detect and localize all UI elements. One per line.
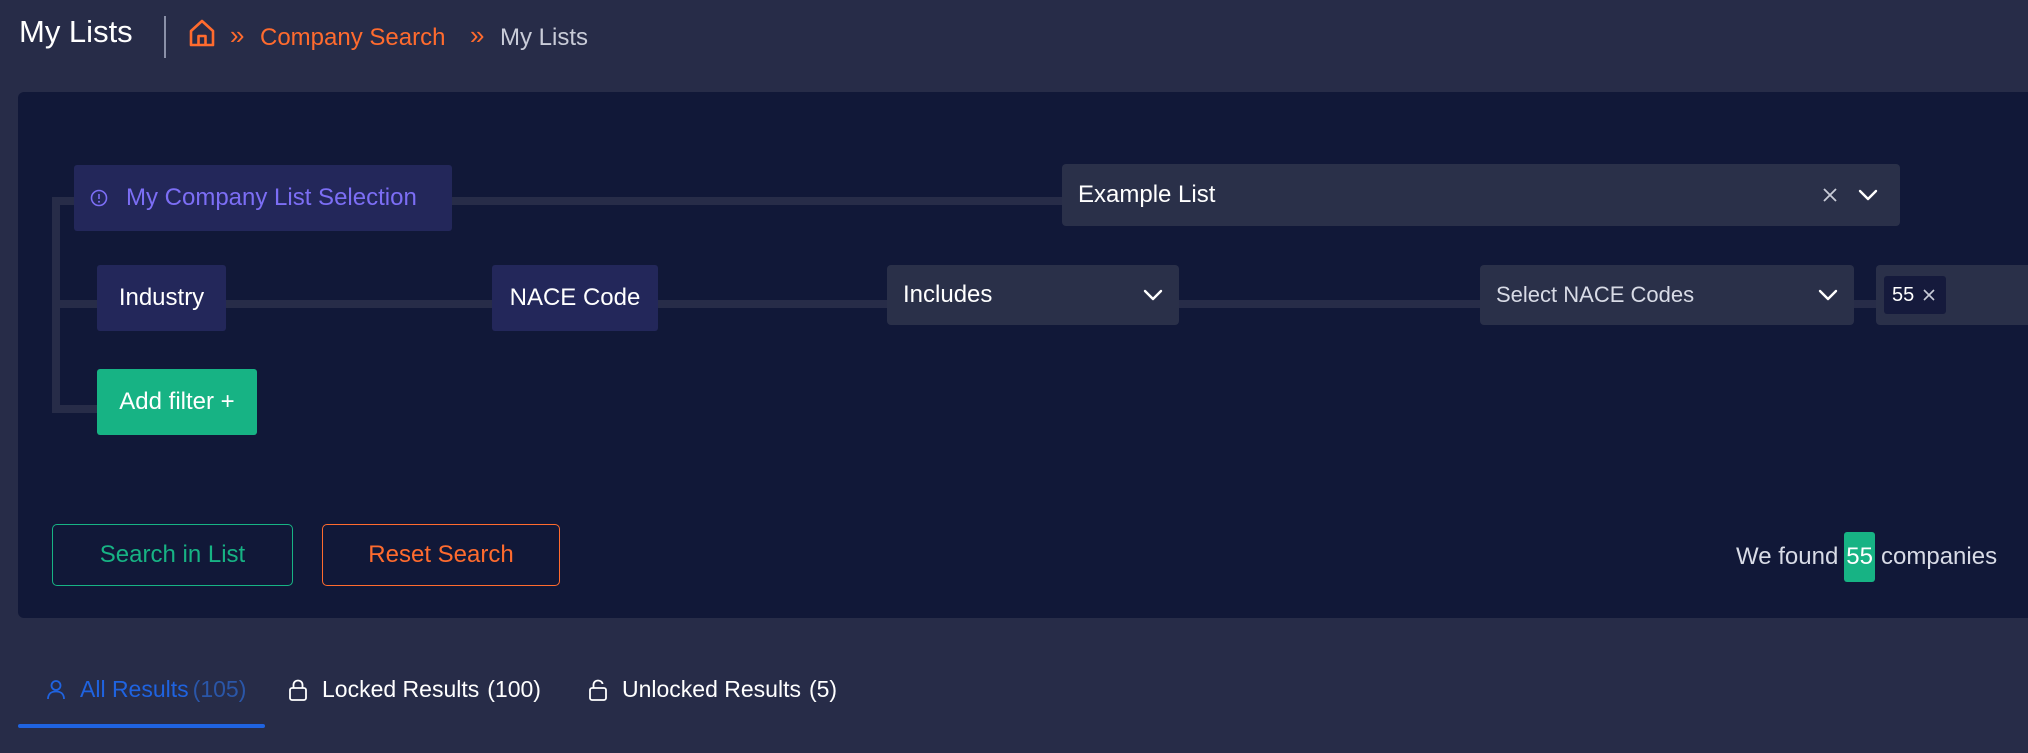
- breadcrumb-company-search[interactable]: Company Search: [260, 24, 445, 52]
- results-prefix: We found: [1736, 543, 1839, 570]
- page-header: My Lists » Company Search » My Lists: [0, 0, 2028, 74]
- breadcrumb-separator: »: [470, 20, 485, 50]
- remove-tag-icon[interactable]: [1922, 288, 1936, 302]
- list-selection-label: My Company List Selection: [74, 165, 452, 231]
- industry-filter-label: Industry: [97, 265, 226, 331]
- clear-icon[interactable]: [1822, 187, 1838, 203]
- results-suffix: companies: [1881, 543, 1998, 570]
- lock-icon: [289, 679, 307, 701]
- tab-locked-results[interactable]: Locked Results (100): [288, 676, 541, 703]
- tab-label: Unlocked Results: [622, 676, 801, 702]
- nace-codes-placeholder: Select NACE Codes: [1496, 282, 1695, 307]
- home-icon[interactable]: [188, 18, 216, 48]
- breadcrumb-separator: »: [230, 20, 245, 50]
- add-filter-button[interactable]: Add filter +: [97, 369, 257, 435]
- page-title: My Lists: [19, 14, 133, 49]
- search-in-list-button[interactable]: Search in List: [52, 524, 293, 586]
- list-select[interactable]: Example List: [1062, 164, 1900, 226]
- list-select-value: Example List: [1078, 181, 1216, 208]
- tree-connector: [52, 405, 102, 413]
- chevron-down-icon[interactable]: [1858, 188, 1878, 202]
- nace-code-label: NACE Code: [492, 265, 658, 331]
- tab-unlocked-results[interactable]: Unlocked Results (5): [588, 676, 837, 703]
- tab-count: (100): [487, 676, 541, 702]
- selected-codes-box[interactable]: 55: [1876, 265, 2028, 325]
- selected-code-tag: 55: [1884, 276, 1946, 314]
- results-tabs: All Results (105) Locked Results (100) U…: [18, 660, 918, 730]
- results-summary: We found 55 companies: [1736, 532, 1997, 582]
- info-icon: [90, 189, 108, 207]
- active-tab-indicator: [18, 724, 265, 728]
- results-count-badge: 55: [1844, 532, 1875, 582]
- operator-value: Includes: [903, 281, 993, 308]
- operator-select[interactable]: Includes: [887, 265, 1179, 325]
- tab-label: All Results: [80, 676, 189, 702]
- tab-all-results[interactable]: All Results (105): [46, 676, 246, 703]
- tab-label: Locked Results: [322, 676, 480, 702]
- tab-count: (5): [808, 676, 838, 702]
- nace-codes-select[interactable]: Select NACE Codes: [1480, 265, 1854, 325]
- title-divider: [164, 16, 166, 58]
- reset-search-button[interactable]: Reset Search: [322, 524, 560, 586]
- list-selection-text: My Company List Selection: [126, 184, 417, 211]
- unlock-icon: [589, 679, 607, 701]
- user-icon: [47, 679, 65, 699]
- selected-code-value: 55: [1892, 283, 1915, 306]
- chevron-down-icon[interactable]: [1818, 288, 1838, 302]
- chevron-down-icon[interactable]: [1143, 288, 1163, 302]
- breadcrumb-current: My Lists: [500, 24, 589, 51]
- tab-count: (105): [192, 676, 247, 702]
